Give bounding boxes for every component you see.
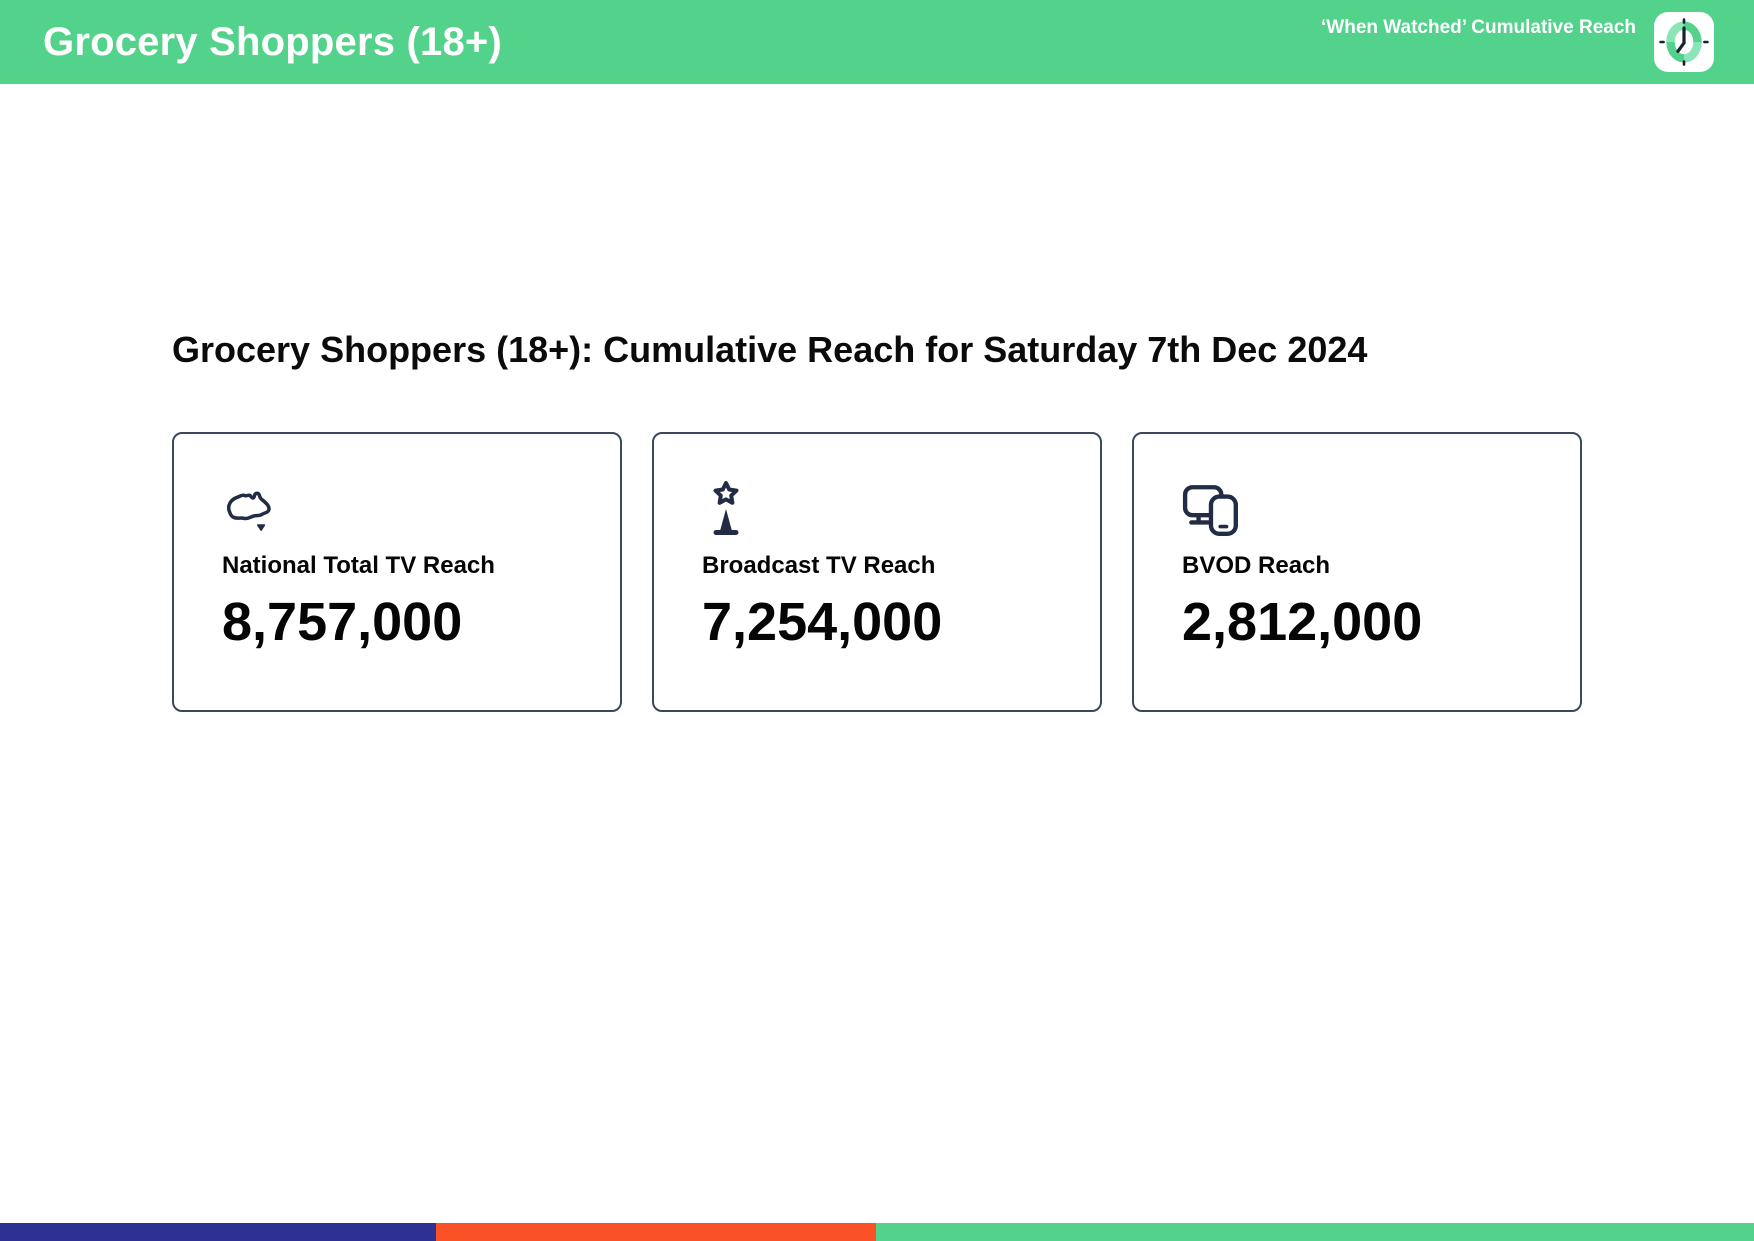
australia-map-glyph	[226, 491, 271, 532]
card-label: Broadcast TV Reach	[702, 552, 936, 580]
header-subtitle: ‘When Watched’ Cumulative Reach	[1321, 17, 1636, 38]
card-value: 8,757,000	[222, 592, 463, 653]
footer-green-segment	[875, 1223, 1754, 1241]
card-broadcast-tv-reach: Broadcast TV Reach 7,254,000	[652, 432, 1102, 713]
clock-logo-glyph	[1659, 18, 1709, 66]
broadcast-tower-icon	[702, 480, 1060, 540]
header-bar: Grocery Shoppers (18+) ‘When Watched’ Cu…	[0, 0, 1754, 84]
tv-and-phone-devices-icon	[1182, 480, 1540, 540]
broadcast-tower-glyph	[713, 481, 739, 536]
card-national-total-tv-reach: National Total TV Reach 8,757,000	[172, 432, 622, 713]
page-title: Grocery Shoppers (18+)	[43, 19, 503, 64]
card-label: BVOD Reach	[1182, 552, 1331, 580]
report-heading: Grocery Shoppers (18+): Cumulative Reach…	[172, 329, 1368, 370]
tv-and-phone-devices-glyph	[1182, 485, 1238, 537]
footer-blue-segment	[0, 1223, 437, 1241]
card-bvod-reach: BVOD Reach 2,812,000	[1132, 432, 1582, 713]
footer-color-bar	[0, 1223, 1754, 1241]
header-right-group: ‘When Watched’ Cumulative Reach	[1321, 12, 1714, 72]
australia-map-icon	[222, 480, 580, 540]
kpi-cards-row: National Total TV Reach 8,757,000 Broadc…	[172, 432, 1754, 713]
main-content: Grocery Shoppers (18+): Cumulative Reach…	[0, 84, 1754, 713]
card-value: 7,254,000	[702, 592, 943, 653]
card-label: National Total TV Reach	[222, 552, 495, 580]
card-value: 2,812,000	[1182, 592, 1423, 653]
clock-logo-icon	[1654, 12, 1714, 72]
footer-orange-segment	[436, 1223, 876, 1241]
